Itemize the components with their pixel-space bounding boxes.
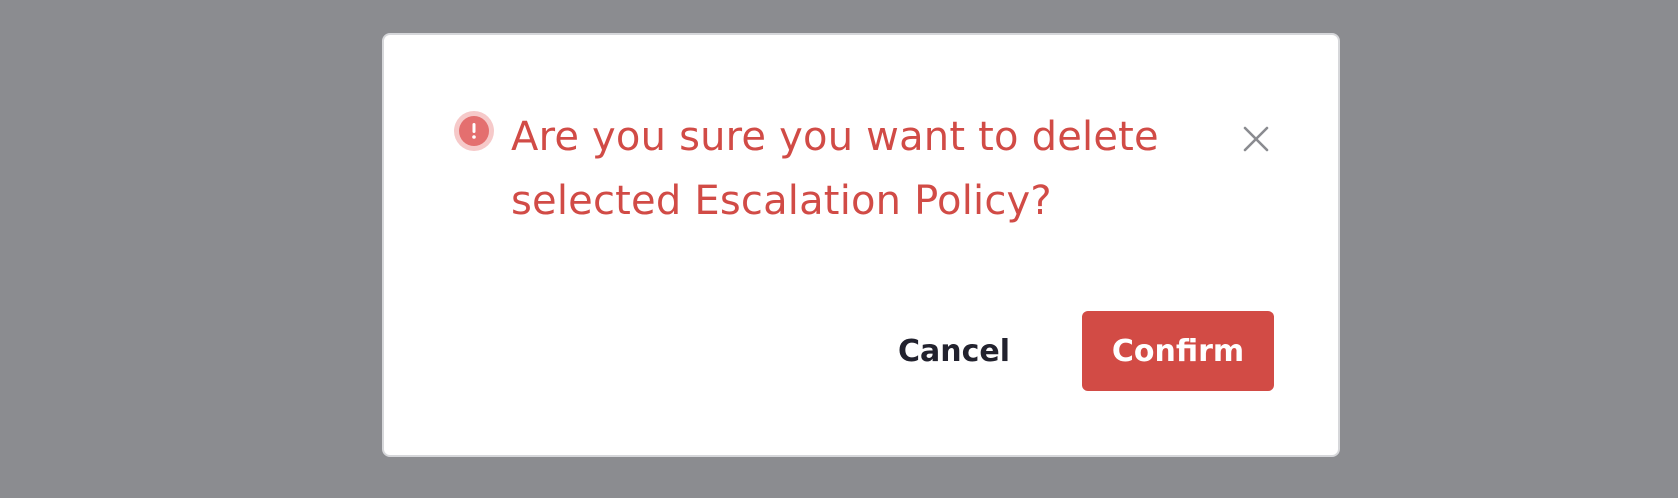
- close-icon: [1243, 126, 1269, 152]
- confirm-button[interactable]: Confirm: [1082, 311, 1274, 391]
- dialog-title: Are you sure you want to delete selected…: [511, 114, 1159, 224]
- cancel-button[interactable]: Cancel: [864, 311, 1044, 391]
- alert-circle-icon-inner: [459, 116, 489, 146]
- alert-circle-icon: [454, 111, 494, 151]
- dialog-footer: Cancel Confirm: [864, 311, 1274, 391]
- close-button[interactable]: [1232, 115, 1280, 163]
- confirm-delete-dialog: Are you sure you want to delete selected…: [382, 33, 1340, 457]
